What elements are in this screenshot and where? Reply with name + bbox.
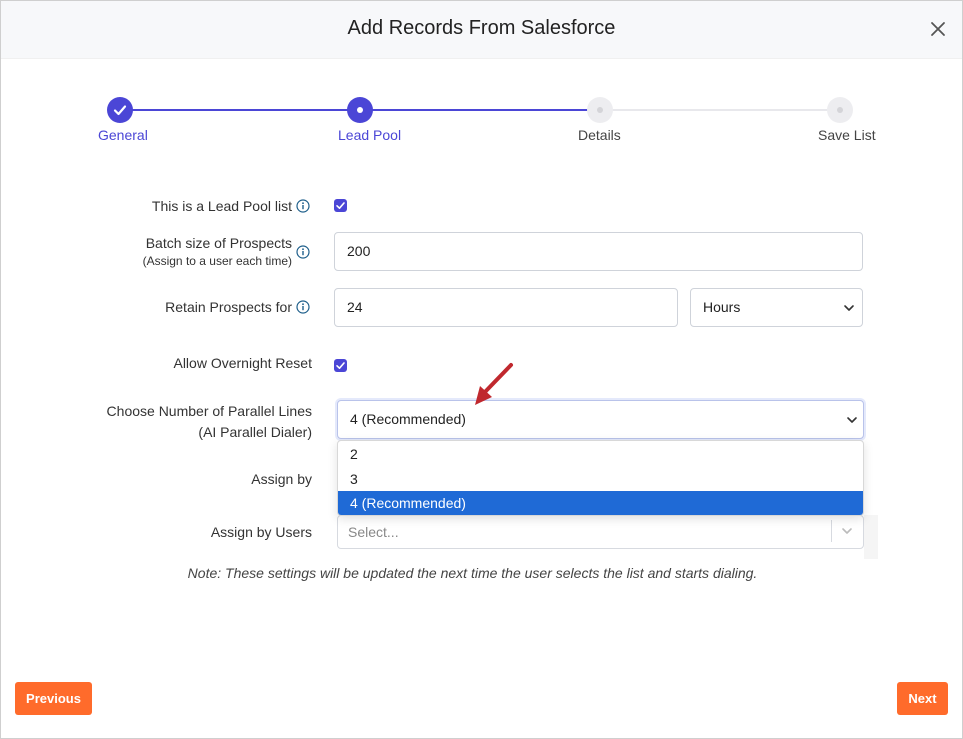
lead-pool-checkbox[interactable] — [334, 199, 347, 212]
assign-users-placeholder: Select... — [348, 524, 399, 540]
chevron-down-icon — [847, 417, 857, 423]
step-details-label: Details — [578, 127, 621, 143]
step-details-dot — [587, 97, 613, 123]
retain-unit-select[interactable]: Hours — [690, 288, 863, 327]
info-icon[interactable] — [296, 245, 310, 259]
overnight-reset-label: Allow Overnight Reset — [173, 355, 312, 371]
retain-label: Retain Prospects for — [165, 299, 292, 315]
chevron-down-icon[interactable] — [841, 525, 853, 537]
dropdown-option-selected[interactable]: 4 (Recommended) — [338, 491, 863, 515]
retain-unit-value: Hours — [703, 299, 741, 315]
step-general-label[interactable]: General — [98, 127, 148, 143]
retain-input[interactable]: 24 — [334, 288, 678, 327]
annotation-arrow — [475, 363, 513, 405]
lead-pool-label: This is a Lead Pool list — [151, 198, 292, 214]
modal-title: Add Records From Salesforce — [347, 17, 616, 39]
step-lead-pool-dot[interactable] — [347, 97, 373, 123]
modal-header: Add Records From Salesforce — [1, 1, 962, 59]
step-general-dot[interactable] — [107, 97, 133, 123]
assign-users-label: Assign by Users — [210, 524, 312, 540]
dropdown-option[interactable]: 2 — [338, 442, 863, 467]
next-button[interactable]: Next — [897, 682, 948, 715]
step-connector-1 — [120, 109, 360, 111]
parallel-lines-label: Choose Number of Parallel Lines (AI Para… — [107, 401, 312, 443]
parallel-lines-select[interactable]: 4 (Recommended) — [337, 400, 864, 439]
close-icon[interactable] — [928, 19, 948, 39]
batch-size-input[interactable]: 200 — [334, 232, 863, 271]
batch-size-title: Batch size of Prospects — [145, 235, 292, 251]
parallel-lines-dropdown: 2 3 4 (Recommended) — [337, 440, 864, 516]
batch-size-label: Batch size of Prospects (Assign to a use… — [143, 235, 292, 268]
overnight-reset-checkbox[interactable] — [334, 359, 347, 372]
assign-by-label: Assign by — [251, 471, 312, 487]
settings-note: Note: These settings will be updated the… — [187, 565, 758, 581]
chevron-down-icon — [844, 305, 854, 311]
info-icon[interactable] — [296, 199, 310, 213]
info-icon[interactable] — [296, 300, 310, 314]
assign-users-shade — [864, 515, 878, 559]
step-save-list-dot — [827, 97, 853, 123]
parallel-lines-value: 4 (Recommended) — [350, 411, 466, 427]
step-connector-2 — [360, 109, 600, 111]
parallel-lines-title: Choose Number of Parallel Lines — [106, 403, 312, 419]
previous-button[interactable]: Previous — [15, 682, 92, 715]
assign-users-select[interactable]: Select... — [337, 515, 864, 549]
batch-size-sublabel: (Assign to a user each time) — [142, 254, 292, 268]
parallel-lines-subtitle: (AI Parallel Dialer) — [198, 424, 312, 440]
step-lead-pool-label[interactable]: Lead Pool — [338, 127, 401, 143]
dropdown-option[interactable]: 3 — [338, 467, 863, 492]
step-save-list-label: Save List — [818, 127, 876, 143]
step-connector-3 — [600, 109, 840, 111]
check-icon — [113, 105, 127, 116]
assign-users-separator — [831, 520, 832, 542]
